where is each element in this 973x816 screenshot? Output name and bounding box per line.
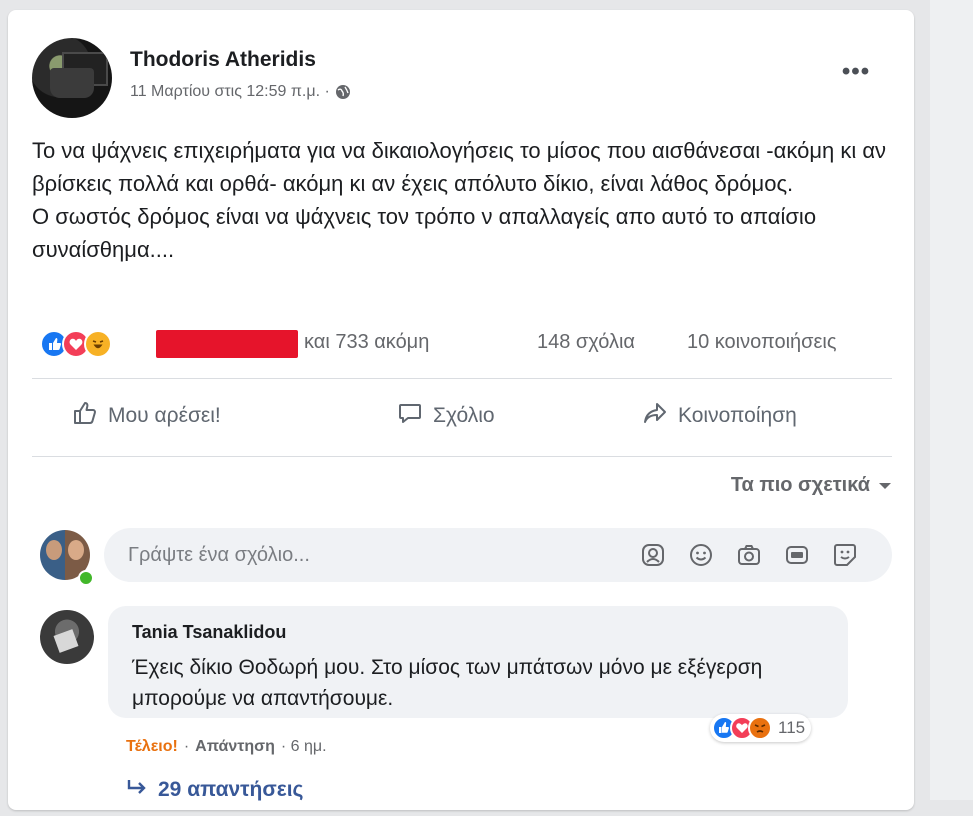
commenter-name[interactable]: Tania Tsanaklidou: [132, 622, 286, 643]
comment-button[interactable]: Σχόλιο: [397, 388, 495, 444]
post-meta: 11 Μαρτίου στις 12:59 π.μ. ·: [130, 83, 351, 101]
redacted-names: [156, 330, 298, 358]
avatar-image-detail: [46, 540, 62, 560]
view-replies-link[interactable]: 29 απαντήσεις: [126, 778, 303, 802]
author-avatar[interactable]: [32, 38, 112, 118]
comment-sort: Τα πιο σχετικά: [32, 474, 892, 504]
post-paragraph: Το να ψάχνεις επιχειρήματα για να δικαιο…: [32, 138, 887, 196]
reacted-label[interactable]: Τέλειο!: [126, 738, 178, 756]
share-button-label: Κοινοποίηση: [678, 404, 797, 427]
comment-reactions[interactable]: 115: [710, 714, 812, 742]
avatar-image-detail: [50, 68, 94, 98]
comment-bubble: Tania Tsanaklidou Έχεις δίκιο Θοδωρή μου…: [108, 606, 848, 718]
reply-arrow-icon: [126, 778, 148, 802]
caret-down-icon: [878, 474, 892, 497]
separator-dot: ·: [183, 738, 190, 755]
comment: Tania Tsanaklidou Έχεις δίκιο Θοδωρή μου…: [32, 606, 892, 816]
shares-count[interactable]: 10 κοινοποιήσεις: [687, 331, 837, 354]
like-button[interactable]: Μου αρέσει!: [72, 388, 221, 444]
composer-tools: [640, 542, 858, 568]
other-reactors-link[interactable]: και 733 ακόμη: [304, 331, 429, 354]
screenshot: Thodoris Atheridis 11 Μαρτίου στις 12:59…: [0, 0, 973, 810]
reactions-summary: και 733 ακόμη 148 σχόλια 10 κοινοποιήσει…: [32, 326, 902, 362]
comments-count[interactable]: 148 σχόλια: [537, 331, 635, 354]
avatar-sticker-icon[interactable]: [640, 542, 666, 568]
sort-label: Τα πιο σχετικά: [730, 474, 870, 496]
online-status-dot: [78, 570, 94, 586]
sticker-icon[interactable]: [832, 542, 858, 568]
camera-icon[interactable]: [736, 542, 762, 568]
comment-time[interactable]: · 6 ημ.: [281, 738, 327, 756]
author-name[interactable]: Thodoris Atheridis: [130, 48, 316, 72]
comment-reaction-icons: [712, 716, 774, 740]
post-card: Thodoris Atheridis 11 Μαρτίου στις 12:59…: [8, 10, 914, 810]
haha-reaction-icon: [84, 330, 112, 358]
reply-link[interactable]: Απάντηση: [195, 738, 275, 756]
comment-composer: [32, 528, 892, 586]
share-button[interactable]: Κοινοποίηση: [642, 388, 797, 444]
divider: [32, 456, 892, 457]
gif-icon[interactable]: [784, 542, 810, 568]
more-options-button[interactable]: •••: [832, 60, 880, 92]
page-edge: [930, 0, 973, 800]
action-bar: Μου αρέσει! Σχόλιο Κοινοποίηση: [32, 388, 892, 444]
comment-text: Έχεις δίκιο Θοδωρή μου. Στο μίσος των μπ…: [132, 656, 763, 710]
replies-count: 29 απαντήσεις: [158, 778, 304, 801]
emoji-icon[interactable]: [688, 542, 714, 568]
divider: [32, 378, 892, 379]
reaction-icons[interactable]: [40, 330, 150, 358]
like-button-label: Μου αρέσει!: [108, 404, 221, 427]
angry-reaction-icon: [748, 716, 772, 740]
post-header: Thodoris Atheridis 11 Μαρτίου στις 12:59…: [32, 38, 892, 122]
post-text: Το να ψάχνεις επιχειρήματα για να δικαιο…: [32, 134, 902, 266]
avatar-image-detail: [68, 540, 84, 560]
avatar-image-detail: [53, 629, 79, 653]
thumbs-up-icon: [72, 400, 98, 432]
post-timestamp[interactable]: 11 Μαρτίου στις 12:59 π.μ. ·: [130, 83, 330, 101]
globe-icon: [335, 84, 351, 100]
post-paragraph: Ο σωστός δρόμος είναι να ψάχνεις τον τρό…: [32, 204, 817, 262]
sort-dropdown[interactable]: Τα πιο σχετικά: [731, 474, 892, 497]
comment-bubble-icon: [397, 400, 423, 432]
share-arrow-icon: [642, 400, 668, 432]
comment-button-label: Σχόλιο: [433, 404, 495, 427]
commenter-avatar[interactable]: [40, 610, 94, 664]
comment-actions: Τέλειο! · Απάντηση · 6 ημ.: [126, 738, 327, 756]
comment-reaction-count: 115: [778, 718, 806, 737]
